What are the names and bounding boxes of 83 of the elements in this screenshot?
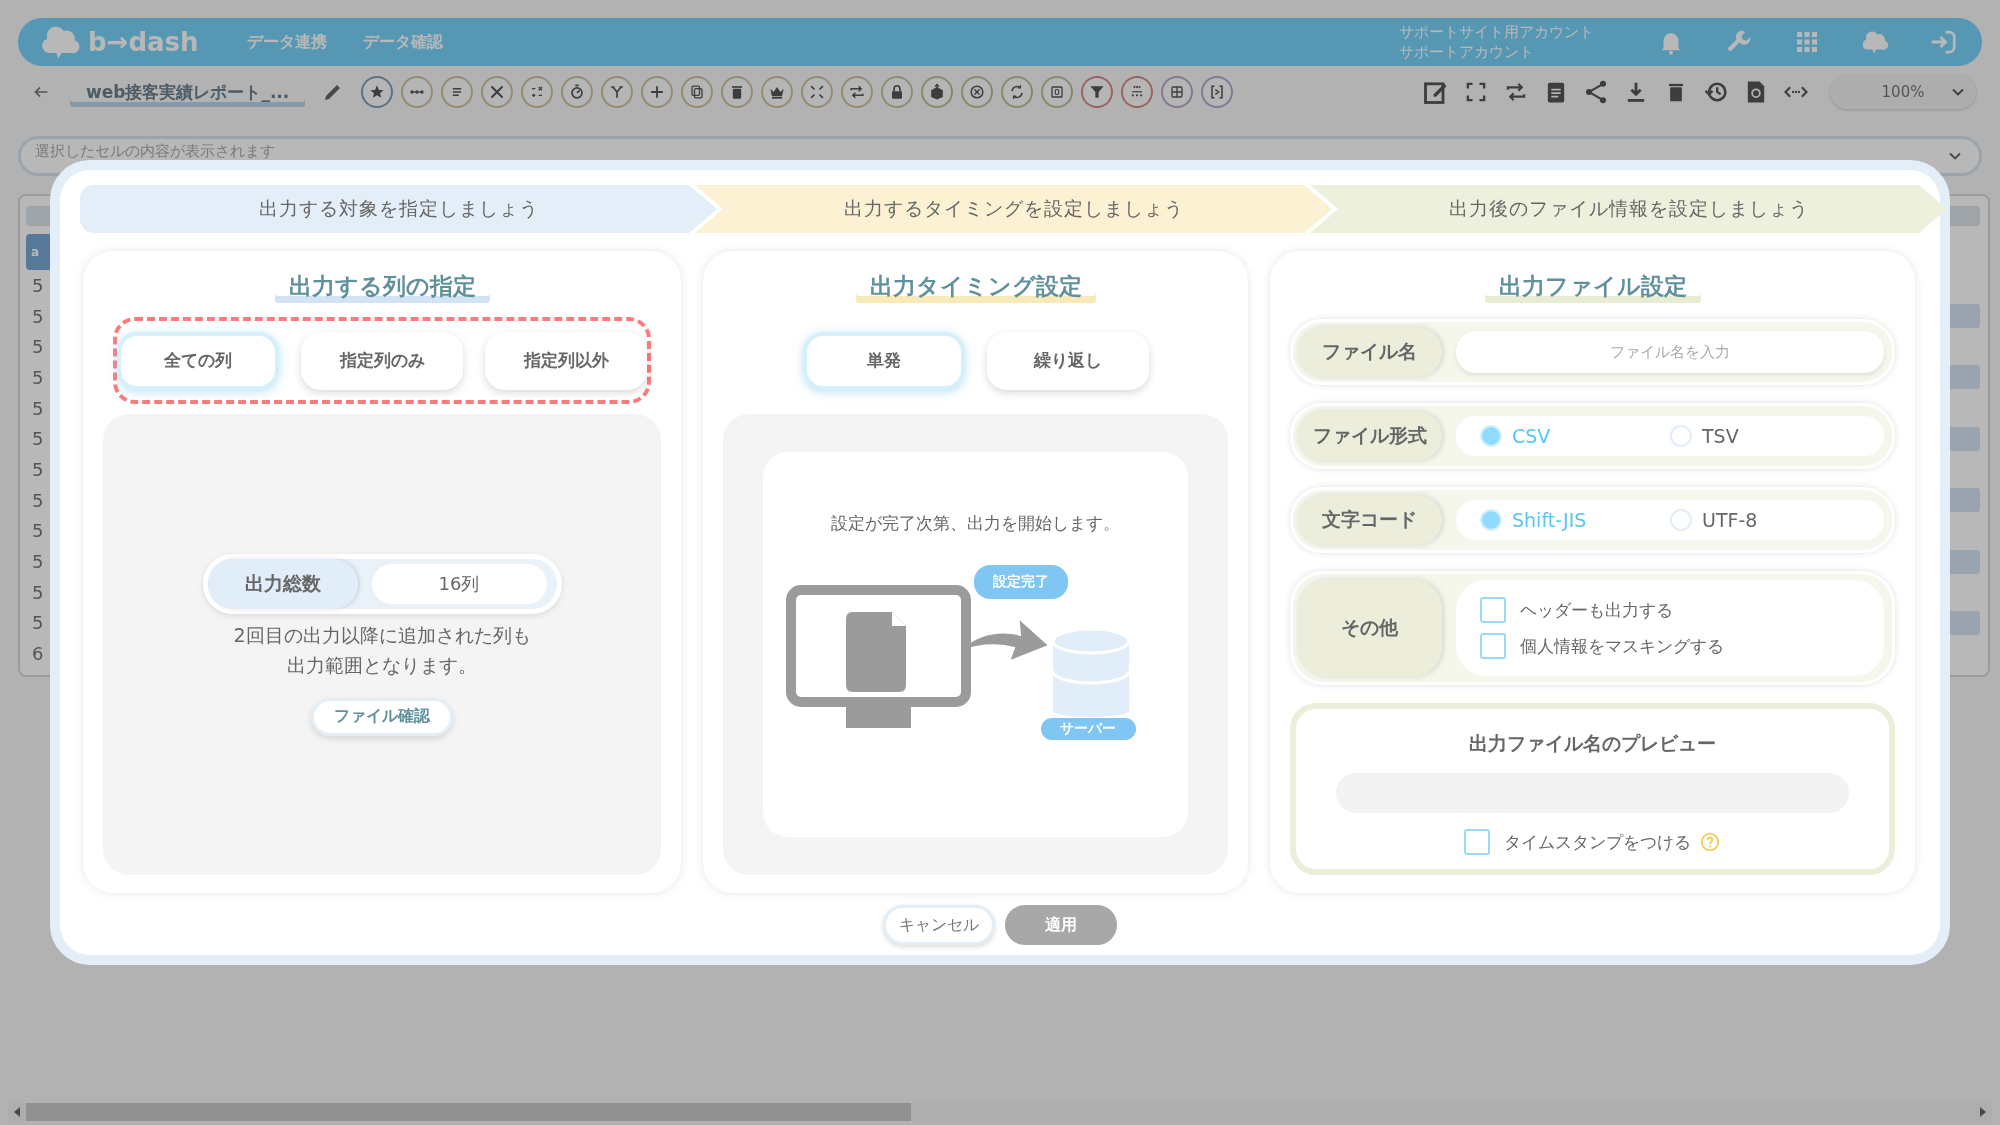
status-badge: 設定完了 bbox=[973, 565, 1068, 599]
row-number: 5 bbox=[31, 397, 45, 419]
box-icon[interactable] bbox=[1041, 76, 1074, 108]
filter-icon[interactable] bbox=[1081, 76, 1114, 108]
option-button[interactable]: 繰り返し bbox=[986, 331, 1149, 390]
file-name-input[interactable]: ファイル名を入力 bbox=[1456, 331, 1884, 373]
lock-icon[interactable] bbox=[881, 76, 914, 108]
row-number: 5 bbox=[31, 489, 45, 511]
step-banner: 出力する対象を指定しましょう bbox=[80, 185, 717, 233]
row-number: 5 bbox=[31, 336, 45, 358]
preview-title: 出力ファイル名のプレビュー bbox=[1469, 731, 1716, 756]
radio-button[interactable] bbox=[1670, 509, 1692, 531]
checkbox[interactable] bbox=[1464, 829, 1490, 855]
checkbox[interactable] bbox=[1480, 597, 1506, 623]
upload-icon[interactable] bbox=[921, 76, 954, 108]
row-number: 5 bbox=[31, 520, 45, 542]
copy-icon[interactable] bbox=[681, 76, 714, 108]
document-title[interactable]: web接客実績レポート_... bbox=[70, 77, 306, 107]
row-header-label: a bbox=[31, 245, 40, 259]
calculator-icon[interactable] bbox=[521, 76, 554, 108]
radio-button[interactable] bbox=[1670, 425, 1692, 447]
collapse-icon[interactable] bbox=[801, 76, 834, 108]
status-message: 設定が完了次第、出力を開始します。 bbox=[831, 512, 1120, 535]
dialog-button[interactable]: キャンセル bbox=[883, 905, 995, 945]
scroll-right-arrow[interactable] bbox=[1980, 1107, 1986, 1117]
checkbox-label[interactable]: ヘッダーも出力する bbox=[1520, 598, 1673, 622]
checkbox[interactable] bbox=[1480, 633, 1506, 659]
close-circle-icon[interactable] bbox=[961, 76, 994, 108]
field-label: ファイル形式 bbox=[1297, 411, 1442, 461]
grid-icon[interactable] bbox=[1161, 76, 1194, 108]
scrollbar-thumb[interactable] bbox=[26, 1103, 911, 1121]
option-button[interactable]: 単発 bbox=[802, 331, 965, 390]
timer-icon[interactable] bbox=[561, 76, 594, 108]
option-button[interactable]: 指定列以外 bbox=[485, 331, 647, 390]
panel-title: 出力する列の指定 bbox=[274, 269, 490, 303]
option-button[interactable]: 指定列のみ bbox=[301, 331, 463, 390]
checkbox-label[interactable]: 個人情報をマスキングする bbox=[1520, 634, 1724, 658]
radio-button[interactable] bbox=[1480, 509, 1502, 531]
total-value: 16列 bbox=[371, 563, 547, 604]
checkbox-label[interactable]: タイムスタンプをつける bbox=[1504, 830, 1691, 854]
formula-placeholder: 選択したセルの内容が表示されます bbox=[35, 142, 275, 161]
radio-label[interactable]: TSV bbox=[1702, 425, 1739, 447]
field-label: その他 bbox=[1297, 579, 1442, 677]
database-icon bbox=[1050, 627, 1131, 717]
lines-icon[interactable] bbox=[441, 76, 474, 108]
radio-label[interactable]: UTF-8 bbox=[1702, 509, 1758, 531]
row-number: 5 bbox=[31, 305, 45, 327]
branch-icon[interactable] bbox=[601, 76, 634, 108]
cross-icon[interactable] bbox=[481, 76, 514, 108]
account-name: サポートアカウント bbox=[1399, 42, 1535, 62]
scroll-left-arrow[interactable] bbox=[14, 1107, 20, 1117]
field-label: ファイル名 bbox=[1297, 327, 1442, 377]
hierarchy-icon[interactable] bbox=[1121, 76, 1154, 108]
step-banner: 出力するタイミングを設定しましょう bbox=[695, 185, 1332, 233]
bracket-icon[interactable] bbox=[1201, 76, 1234, 108]
row-number: 5 bbox=[31, 551, 45, 573]
step-banner: 出力後のファイル情報を設定しましょう bbox=[1310, 185, 1947, 233]
row-number: 5 bbox=[31, 612, 45, 634]
row-number: 5 bbox=[31, 366, 45, 388]
row-number: 5 bbox=[31, 274, 45, 296]
crown-icon[interactable] bbox=[761, 76, 794, 108]
radio-button[interactable] bbox=[1480, 425, 1502, 447]
panel-title: 出力ファイル設定 bbox=[1484, 269, 1701, 303]
panel-title: 出力タイミング設定 bbox=[855, 269, 1096, 303]
trash-icon[interactable] bbox=[721, 76, 754, 108]
total-label: 出力総数 bbox=[207, 558, 358, 609]
dots-icon[interactable] bbox=[401, 76, 434, 108]
server-label: サーバー bbox=[1040, 718, 1136, 740]
rotate-icon[interactable] bbox=[1001, 76, 1034, 108]
swap-icon[interactable] bbox=[841, 76, 874, 108]
row-number: 6 bbox=[31, 643, 45, 665]
row-number: 5 bbox=[31, 581, 45, 603]
scrollbar[interactable] bbox=[8, 1103, 1992, 1121]
plus-icon[interactable] bbox=[641, 76, 674, 108]
field-label: 文字コード bbox=[1297, 495, 1442, 545]
row-number: 5 bbox=[31, 428, 45, 450]
account-name: サポートサイト用アカウント bbox=[1399, 22, 1594, 42]
row-number: 5 bbox=[31, 458, 45, 480]
note-text: 2回目の出力以降に追加された列も bbox=[233, 622, 531, 648]
option-button[interactable]: 全ての列 bbox=[117, 331, 279, 390]
file-check-button[interactable]: ファイル確認 bbox=[311, 697, 453, 736]
zoom-select[interactable]: 100% bbox=[1830, 75, 1976, 109]
note-text: 出力範囲となります。 bbox=[287, 652, 477, 678]
